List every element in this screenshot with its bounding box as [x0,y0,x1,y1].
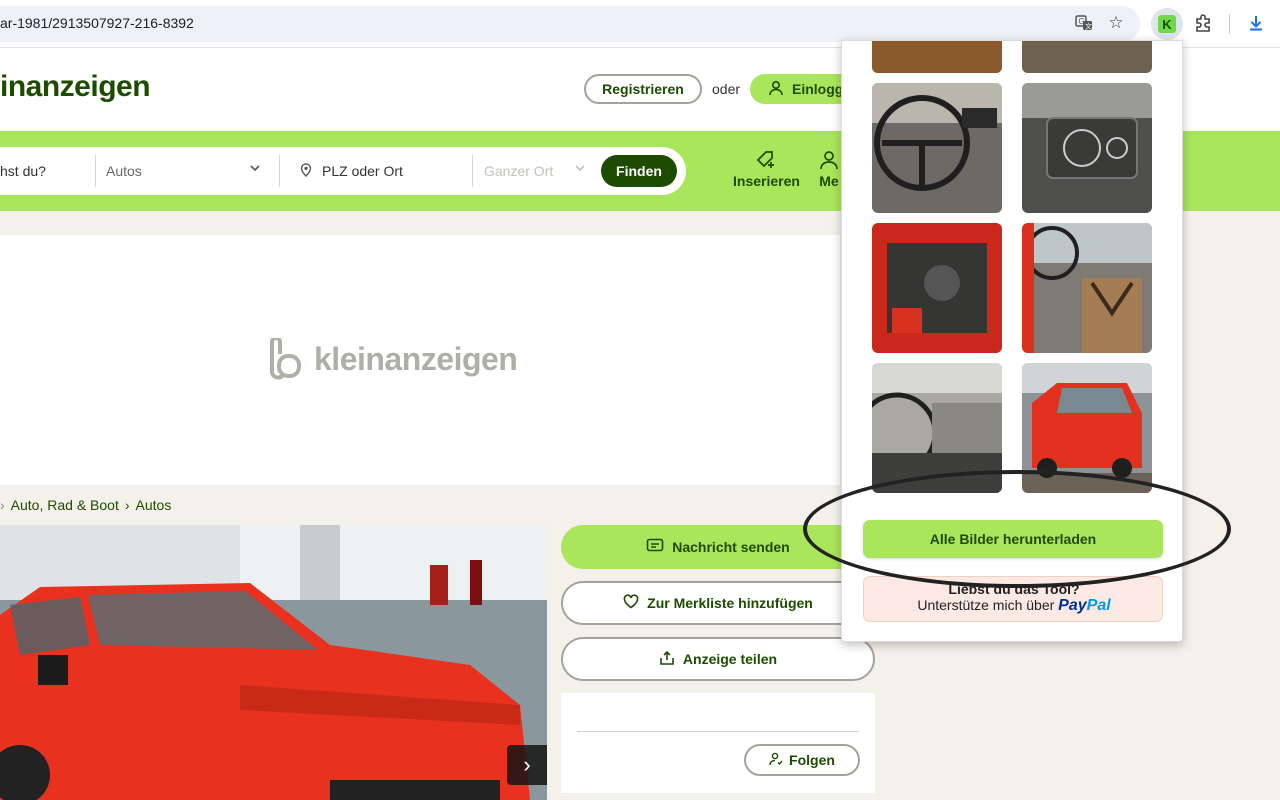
image-next-button[interactable]: › [507,745,547,785]
gallery-thumbnail-dashboard[interactable] [1022,83,1152,213]
donate-text: Unterstütze mich über [917,597,1055,613]
download-icon[interactable] [1245,12,1267,34]
address-bar[interactable]: ar-1981/2913507927-216-8392 [0,6,1140,42]
heart-icon [623,594,639,612]
extension-letter: K [1158,15,1176,33]
user-follow-icon [769,752,783,769]
kleinanzeigen-wordmark: kleinanzeigen [314,340,518,377]
category-select[interactable]: Autos [106,147,266,195]
annotation-ellipse [803,470,1231,588]
share-listing-button[interactable]: Anzeige teilen [561,637,875,681]
chevron-down-icon [249,161,261,177]
message-icon [646,538,664,557]
svg-text:文: 文 [1085,22,1092,31]
gallery-thumbnail[interactable] [872,41,1002,73]
chevron-right-icon: › [124,497,130,513]
gallery-thumbnail-engine[interactable] [872,223,1002,353]
or-label: oder [712,81,741,97]
gallery-thumbnail[interactable] [1022,41,1152,73]
register-button[interactable]: Registrieren [584,74,702,104]
user-icon [819,149,839,173]
search-divider [95,155,96,187]
extensions-puzzle-icon[interactable] [1192,12,1214,34]
breadcrumb-separator: › [0,497,5,513]
add-to-watchlist-button[interactable]: Zur Merkliste hinzufügen [561,581,875,625]
seller-divider [577,731,859,732]
paypal-logo[interactable]: PayPal [1058,597,1110,614]
breadcrumb-item[interactable]: Autos [136,497,172,513]
category-value: Autos [106,163,142,179]
search-query-input[interactable]: hst du? [0,147,94,195]
tag-plus-icon [755,149,777,173]
search-submit-button[interactable]: Finden [601,155,677,187]
kleinanzeigen-extension-icon[interactable]: K [1151,8,1183,40]
watchlist-label: Zur Merkliste hinzufügen [647,595,813,611]
chevron-down-icon [574,161,586,177]
main-listing-image[interactable] [0,525,547,800]
nav-post-ad[interactable]: Inserieren [733,149,800,189]
breadcrumb: › Auto, Rad & Boot › Autos [0,497,171,513]
nav-post-label: Inserieren [733,173,800,189]
location-input[interactable]: PLZ oder Ort [300,147,470,195]
search-divider [279,155,280,187]
follow-label: Folgen [789,752,835,768]
donate-line: Unterstütze mich über PayPal [864,597,1164,615]
user-icon [768,80,784,99]
translate-icon[interactable]: G文 [1073,12,1095,34]
location-placeholder: PLZ oder Ort [322,163,403,179]
kleinanzeigen-mark-icon [266,336,304,380]
gallery-thumbnail-interior[interactable] [1022,223,1152,353]
breadcrumb-item[interactable]: Auto, Rad & Boot [11,497,119,513]
nav-my-account[interactable]: Me [819,149,839,189]
follow-seller-button[interactable]: Folgen [744,744,860,776]
search-form: hst du? Autos PLZ oder Ort Ganzer Ort Fi… [0,147,686,195]
location-pin-icon [300,162,312,180]
search-divider [472,155,473,187]
login-label: Einlogg [792,81,844,97]
nav-my-label: Me [819,173,839,189]
url-text[interactable]: ar-1981/2913507927-216-8392 [0,15,194,31]
radius-select[interactable]: Ganzer Ort [484,147,589,195]
chevron-right-icon: › [523,752,531,777]
send-message-label: Nachricht senden [672,539,790,555]
toolbar-divider [1229,14,1230,34]
radius-placeholder: Ganzer Ort [484,163,554,179]
site-logo[interactable]: inanzeigen [0,70,151,104]
share-label: Anzeige teilen [682,651,778,667]
kleinanzeigen-ad-logo: kleinanzeigen [266,336,518,380]
paypal-logo-part1: Pay [1058,597,1087,614]
paypal-logo-part2: Pal [1086,597,1111,614]
bookmark-star-icon[interactable]: ☆ [1105,12,1127,34]
share-icon [659,650,675,669]
seller-card: Folgen [561,693,875,793]
gallery-thumbnail-steering-wheel[interactable] [872,83,1002,213]
